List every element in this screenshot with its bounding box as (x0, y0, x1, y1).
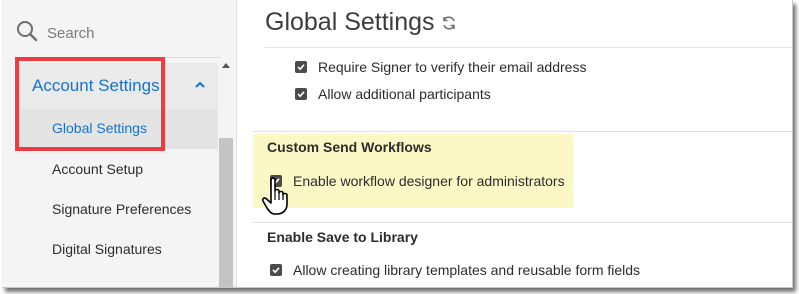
main-content: Global Settings Require Signer to verify… (237, 0, 792, 287)
search-icon (16, 20, 38, 47)
scroll-up-arrow-icon[interactable] (222, 63, 230, 68)
app-window: Search Account Settings Global Settings … (2, 0, 793, 288)
chevron-up-icon[interactable] (194, 80, 206, 90)
sidebar-item-label: Global Settings (52, 120, 147, 136)
sidebar-item-signature-preferences[interactable]: Signature Preferences (52, 201, 191, 217)
section-divider (265, 47, 792, 48)
page-title: Global Settings (265, 8, 457, 37)
hand-cursor-icon (261, 177, 288, 215)
section-divider (253, 131, 792, 132)
option-enable-workflow-designer[interactable]: Enable workflow designer for administrat… (270, 173, 565, 189)
option-allow-library-templates[interactable]: Allow creating library templates and reu… (270, 262, 640, 278)
option-label: Require Signer to verify their email add… (318, 59, 587, 75)
page-title-text: Global Settings (265, 8, 435, 36)
option-label: Allow additional participants (318, 86, 491, 102)
scrollbar-thumb[interactable] (219, 138, 233, 287)
section-title-custom-send: Custom Send Workflows (267, 139, 432, 155)
refresh-icon[interactable] (441, 15, 457, 31)
search-input[interactable]: Search (16, 8, 236, 58)
sidebar-item-account-settings[interactable]: Account Settings (16, 63, 218, 109)
option-allow-additional-participants[interactable]: Allow additional participants (295, 86, 491, 102)
section-title-save-library: Enable Save to Library (267, 229, 418, 245)
sidebar-item-label: Account Settings (32, 76, 160, 95)
sidebar-item-digital-signatures[interactable]: Digital Signatures (52, 241, 162, 257)
sidebar-item-account-setup[interactable]: Account Setup (52, 161, 143, 177)
sidebar-divider (16, 57, 221, 58)
checkbox-checked-icon[interactable] (295, 61, 307, 73)
checkbox-checked-icon[interactable] (270, 264, 282, 276)
option-label: Allow creating library templates and reu… (293, 262, 641, 278)
sidebar-item-global-settings[interactable]: Global Settings (16, 109, 218, 149)
section-divider (253, 222, 792, 223)
sidebar-scrollbar[interactable] (219, 60, 233, 287)
option-label: Enable workflow designer for administrat… (293, 173, 565, 189)
option-require-signer-verify[interactable]: Require Signer to verify their email add… (295, 59, 586, 75)
checkbox-checked-icon[interactable] (295, 88, 307, 100)
search-placeholder: Search (47, 24, 95, 42)
sidebar: Search Account Settings Global Settings … (2, 0, 237, 287)
